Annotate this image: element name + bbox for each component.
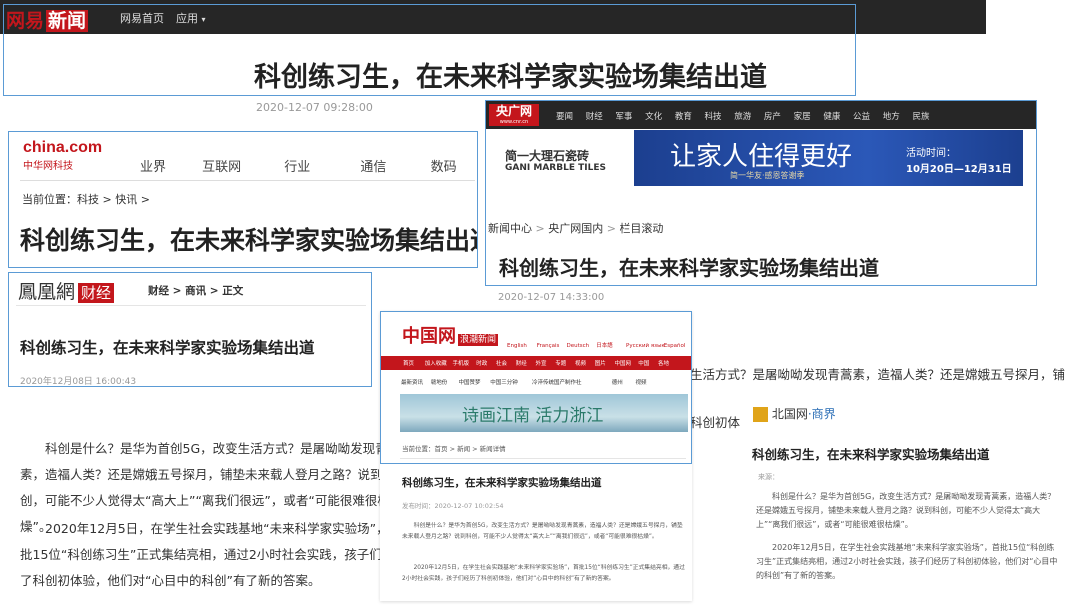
chinacn-frame [380, 311, 692, 464]
chinacn-date: 发布时间：2020-12-07 10:02:54 [402, 502, 504, 510]
cnr-frame [485, 100, 1037, 286]
bjd-p1: 科创是什么？是华为首创5G，改变生活方式？是屠呦呦发现青蒿素，造福人类？还是嫦娥… [756, 492, 1056, 529]
bjd-meta: 来源： [758, 473, 779, 481]
main-article-fragment: 科创初体 [690, 415, 741, 430]
chinacn-p2: 2020年12月5日，在学生社会实践基地“未来科学家实验场”，首批15位“科创练… [402, 565, 685, 582]
main-article-p2: 2020年12月5日，在学生社会实践基地“未来科学家实验场”，首批15位“科创练… [20, 521, 407, 588]
netease-article-title: 科创练习生，在未来科学家实验场集结出道 [254, 62, 767, 93]
chinacom-frame [8, 131, 478, 268]
bjd-logo-icon [753, 407, 768, 422]
ifeng-frame [8, 272, 372, 387]
chinacn-p1: 科创是什么？是华为首创5G，改变生活方式？是屠呦呦发现青蒿素，造福人类？还是嫦娥… [402, 523, 683, 540]
bjd-logo[interactable]: 北国网·商界 [753, 405, 836, 422]
bjd-p2: 2020年12月5日，在学生社会实践基地“未来科学家实验场”，首批15位“科创练… [756, 543, 1058, 580]
chinacn-article-title: 科创练习生，在未来科学家实验场集结出道 [402, 477, 602, 489]
bjd-article-title: 科创练习生，在未来科学家实验场集结出道 [752, 447, 990, 462]
cnr-date: 2020-12-07 14:33:00 [498, 292, 605, 303]
netease-date: 2020-12-07 09:28:00 [256, 101, 373, 114]
